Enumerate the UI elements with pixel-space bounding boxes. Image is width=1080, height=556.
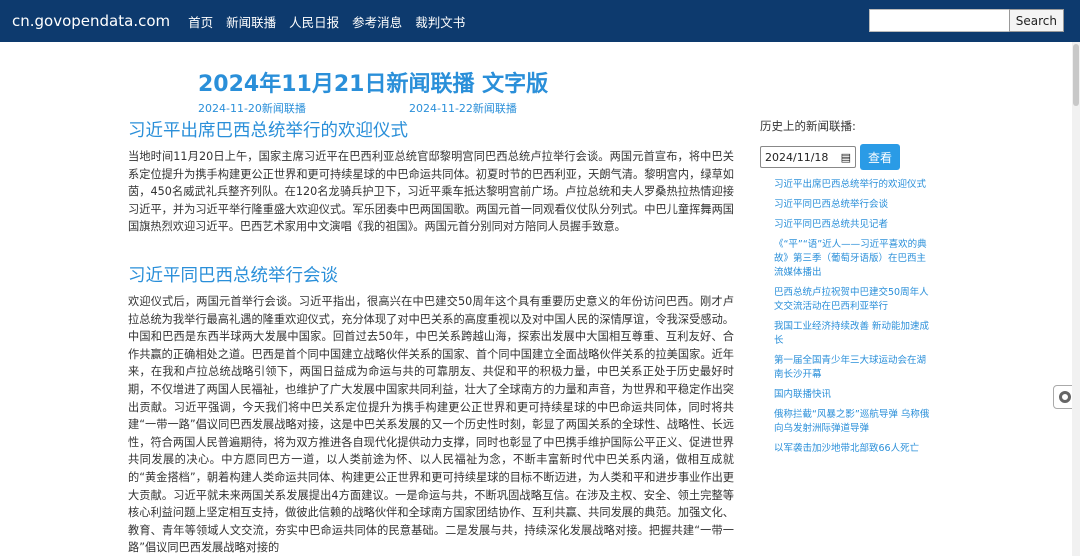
list-item[interactable]: 《“平”“语”近人——习近平喜欢的典故》第三季（葡萄牙语版）在巴西主流媒体播出 [774,238,932,280]
list-item[interactable]: 习近平同巴西总统共见记者 [774,218,932,232]
calendar-icon[interactable]: ▤ [841,151,851,164]
history-sidebar: 历史上的新闻联播: 2024/11/18 ▤ 查看 习近平出席巴西总统举行的欢迎… [760,118,932,462]
search-form: Search [868,9,1064,32]
nav-link-news-broadcast[interactable]: 新闻联播 [226,12,276,31]
article: 习近平出席巴西总统举行的欢迎仪式 当地时间11月20日上午，国家主席习近平在巴西… [128,117,734,236]
list-item[interactable]: 巴西总统卢拉祝贺中巴建交50周年人文交流活动在巴西利亚举行 [774,286,932,314]
article-body: 欢迎仪式后，两国元首举行会谈。习近平指出，很高兴在中巴建交50周年这个具有重要历… [128,295,734,555]
search-input[interactable] [868,9,1009,32]
view-button[interactable]: 查看 [860,144,901,170]
prev-day-link[interactable]: 2024-11-20新闻联播 [198,100,306,116]
nav-link-reference-news[interactable]: 参考消息 [352,12,402,31]
site-brand[interactable]: cn.govopendata.com [12,12,170,30]
list-item[interactable]: 第一届全国青少年三大球运动会在湖南长沙开幕 [774,354,932,382]
nav-links: 首页 新闻联播 人民日报 参考消息 裁判文书 [188,12,465,31]
list-item[interactable]: 习近平同巴西总统举行会谈 [774,198,932,212]
date-input[interactable]: 2024/11/18 ▤ [760,146,856,168]
circle-icon [1059,391,1071,403]
date-value: 2024/11/18 [765,150,829,164]
list-item[interactable]: 我国工业经济持续改善 新动能加速成长 [774,320,932,348]
list-item[interactable]: 以军袭击加沙地带北部致66人死亡 [774,442,932,456]
nav-link-home[interactable]: 首页 [188,12,213,31]
article-title: 习近平同巴西总统举行会谈 [128,266,338,286]
history-list: 习近平出席巴西总统举行的欢迎仪式 习近平同巴西总统举行会谈 习近平同巴西总统共见… [760,178,932,456]
nav-link-peoples-daily[interactable]: 人民日报 [289,12,339,31]
nav-link-court-documents[interactable]: 裁判文书 [415,12,465,31]
article-body: 当地时间11月20日上午，国家主席习近平在巴西利亚总统官邸黎明宫同巴西总统卢拉举… [128,150,734,234]
page-scrollbar[interactable] [1072,42,1080,556]
article: 习近平同巴西总统举行会谈 欢迎仪式后，两国元首举行会谈。习近平指出，很高兴在中巴… [128,262,734,556]
list-item[interactable]: 习近平出席巴西总统举行的欢迎仪式 [774,178,932,192]
page-title: 2024年11月21日新闻联播 文字版 [198,72,549,97]
list-item[interactable]: 俄称拦截“风暴之影”巡航导弹 乌称俄向乌发射洲际弹道导弹 [774,408,932,436]
search-button[interactable]: Search [1008,9,1064,32]
next-day-link[interactable]: 2024-11-22新闻联播 [409,100,517,116]
date-picker-row: 2024/11/18 ▤ 查看 [760,144,932,170]
list-item[interactable]: 国内联播快讯 [774,388,932,402]
scrollbar-thumb[interactable] [1073,44,1079,106]
top-navbar: cn.govopendata.com 首页 新闻联播 人民日报 参考消息 裁判文… [0,0,1080,42]
sidebar-heading: 历史上的新闻联播: [760,119,856,133]
article-title: 习近平出席巴西总统举行的欢迎仪式 [128,121,408,141]
